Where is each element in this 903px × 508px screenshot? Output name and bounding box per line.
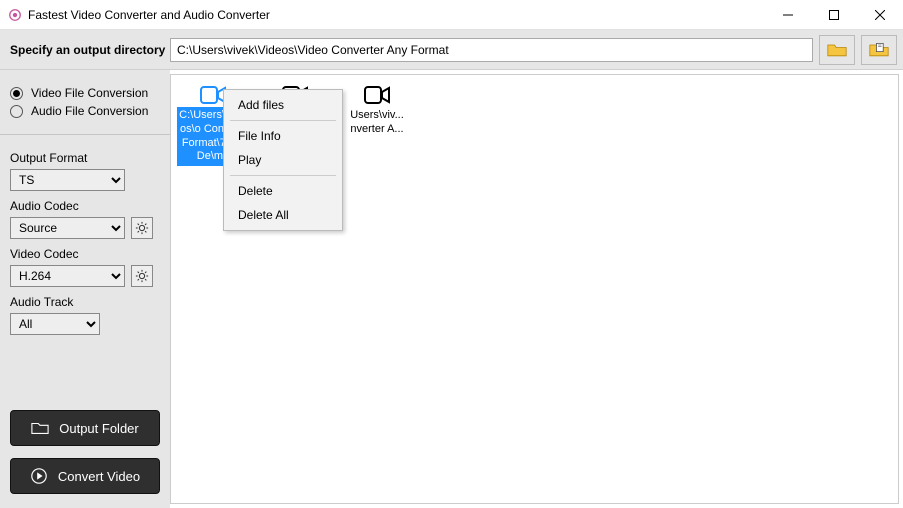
audio-conversion-radio[interactable]: Audio File Conversion xyxy=(10,104,160,118)
app-title: Fastest Video Converter and Audio Conver… xyxy=(28,8,765,22)
output-directory-bar: Specify an output directory xyxy=(0,30,903,70)
video-conversion-radio[interactable]: Video File Conversion xyxy=(10,86,160,100)
menu-separator xyxy=(230,175,336,176)
audio-codec-select[interactable]: Source xyxy=(10,217,125,239)
menu-add-files[interactable]: Add files xyxy=(224,93,342,117)
video-codec-label: Video Codec xyxy=(10,247,160,261)
menu-separator xyxy=(230,120,336,121)
video-file-icon xyxy=(341,85,413,105)
output-folder-button-label: Output Folder xyxy=(59,421,139,436)
minimize-button[interactable] xyxy=(765,0,811,30)
menu-delete[interactable]: Delete xyxy=(224,179,342,203)
radio-checked-icon xyxy=(10,87,23,100)
convert-video-button-label: Convert Video xyxy=(58,469,140,484)
menu-file-info[interactable]: File Info xyxy=(224,124,342,148)
audio-conversion-label: Audio File Conversion xyxy=(31,104,148,118)
titlebar: Fastest Video Converter and Audio Conver… xyxy=(0,0,903,30)
video-codec-select[interactable]: H.264 xyxy=(10,265,125,287)
video-conversion-label: Video File Conversion xyxy=(31,86,148,100)
audio-codec-settings-button[interactable] xyxy=(131,217,153,239)
output-directory-label: Specify an output directory xyxy=(10,43,170,57)
radio-unchecked-icon xyxy=(10,105,23,118)
output-format-label: Output Format xyxy=(10,151,160,165)
output-directory-input[interactable] xyxy=(170,38,813,62)
menu-play[interactable]: Play xyxy=(224,148,342,172)
audio-track-select[interactable]: All xyxy=(10,313,100,335)
browse-output-folder-button[interactable] xyxy=(819,35,855,65)
close-button[interactable] xyxy=(857,0,903,30)
sidebar: Video File Conversion Audio File Convers… xyxy=(0,70,170,508)
file-area[interactable]: C:\Users\Videos\o Conv\An Format\7241De\… xyxy=(170,74,899,504)
maximize-button[interactable] xyxy=(811,0,857,30)
audio-track-label: Audio Track xyxy=(10,295,160,309)
output-format-select[interactable]: TS xyxy=(10,169,125,191)
open-output-folder-button[interactable] xyxy=(861,35,897,65)
file-item[interactable]: Users\viv... nverter A... xyxy=(341,85,413,139)
audio-codec-label: Audio Codec xyxy=(10,199,160,213)
convert-video-button[interactable]: Convert Video xyxy=(10,458,160,494)
context-menu: Add files File Info Play Delete Delete A… xyxy=(223,89,343,231)
file-caption: Users\viv... nverter A... xyxy=(341,107,413,139)
app-icon xyxy=(8,8,22,22)
menu-delete-all[interactable]: Delete All xyxy=(224,203,342,227)
output-folder-button[interactable]: Output Folder xyxy=(10,410,160,446)
video-codec-settings-button[interactable] xyxy=(131,265,153,287)
